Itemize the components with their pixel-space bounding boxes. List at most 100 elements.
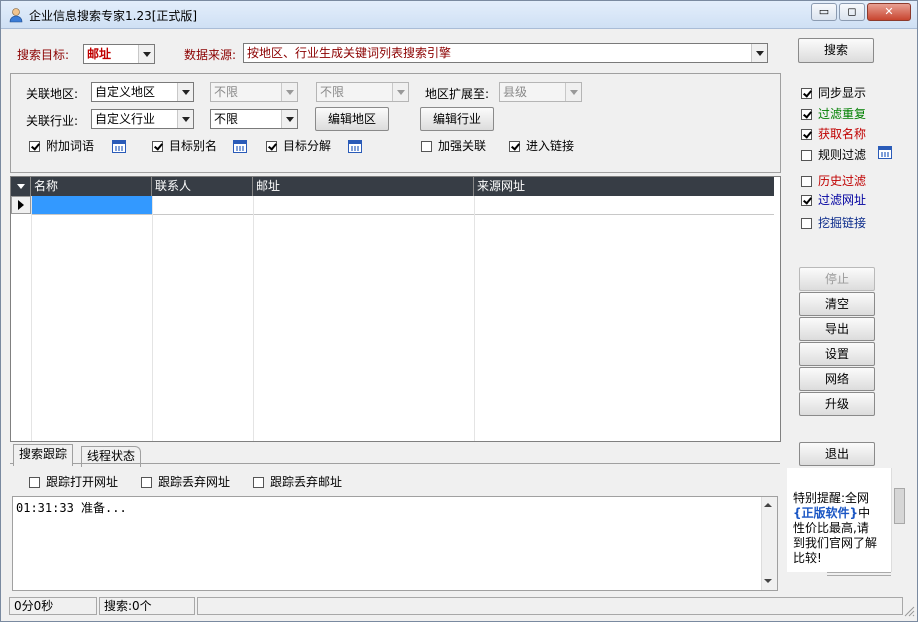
- log-textarea[interactable]: 01:31:33 准备...: [12, 496, 778, 591]
- log-line: 01:31:33 准备...: [16, 501, 127, 515]
- exit-button[interactable]: 退出: [799, 442, 875, 466]
- region-select[interactable]: 自定义地区: [91, 82, 194, 102]
- checkbox-unchecked-icon: [421, 141, 432, 152]
- industry-select[interactable]: 自定义行业: [91, 109, 194, 129]
- close-button[interactable]: ✕: [867, 3, 911, 21]
- column-header-name[interactable]: 名称: [31, 177, 152, 196]
- chevron-down-icon: [281, 83, 297, 101]
- data-source-select[interactable]: 按地区、行业生成关键词列表搜索引擎: [243, 43, 768, 63]
- data-source-label: 数据来源:: [184, 48, 237, 62]
- opt-enter-link-checkbox[interactable]: 进入链接: [509, 139, 574, 155]
- filter-url-label: 过滤网址: [818, 193, 867, 207]
- get-name-label: 获取名称: [818, 127, 867, 141]
- rule-filter-checkbox[interactable]: 规则过滤: [801, 148, 866, 164]
- sync-display-checkbox[interactable]: 同步显示: [801, 86, 866, 102]
- column-header-source-url[interactable]: 来源网址: [474, 177, 774, 196]
- filter-dup-checkbox[interactable]: 过滤重复: [801, 107, 866, 123]
- checkbox-checked-icon: [509, 141, 520, 152]
- trace-drop-url-checkbox[interactable]: 跟踪丢弃网址: [141, 475, 230, 491]
- export-button[interactable]: 导出: [799, 317, 875, 341]
- notice-panel: 特别提醒:全网 {正版软件}中 性价比最高,请 到我们官网了解 比较!: [787, 468, 891, 572]
- opt-alias-label: 目标别名: [169, 139, 218, 153]
- search-target-select[interactable]: 邮址: [83, 44, 155, 64]
- selected-cell[interactable]: [31, 196, 152, 214]
- sort-down-icon: [17, 184, 25, 189]
- clear-button[interactable]: 清空: [799, 292, 875, 316]
- tab-search-trace[interactable]: 搜索跟踪: [13, 444, 74, 466]
- opt-extra-words-checkbox[interactable]: 附加词语: [29, 139, 94, 155]
- settings-button[interactable]: 设置: [799, 342, 875, 366]
- checkbox-unchecked-icon: [801, 176, 812, 187]
- region-value: 自定义地区: [95, 85, 156, 99]
- checkbox-checked-icon: [801, 129, 812, 140]
- trace-open-url-label: 跟踪打开网址: [46, 475, 119, 489]
- results-grid[interactable]: 名称 联系人 邮址 来源网址: [10, 176, 781, 442]
- checkbox-unchecked-icon: [801, 218, 812, 229]
- search-button[interactable]: 搜索: [798, 38, 874, 63]
- edit-industry-button[interactable]: 编辑行业: [420, 107, 494, 131]
- edit-region-button[interactable]: 编辑地区: [315, 107, 389, 131]
- industry-value: 自定义行业: [95, 112, 156, 126]
- chevron-down-icon: [281, 110, 297, 128]
- stop-button[interactable]: 停止: [799, 267, 875, 291]
- notice-line3: 性价比最高,请: [793, 521, 869, 535]
- scroll-thumb[interactable]: [894, 488, 905, 524]
- checkbox-unchecked-icon: [141, 477, 152, 488]
- minimize-button[interactable]: ▭: [811, 3, 837, 21]
- history-filter-checkbox[interactable]: 历史过滤: [801, 174, 866, 190]
- chevron-down-icon: [138, 45, 154, 63]
- status-elapsed-time: 0分0秒: [9, 597, 97, 615]
- scroll-up-icon[interactable]: [764, 503, 772, 507]
- notice-hscroll[interactable]: [827, 572, 891, 576]
- tab-thread-status[interactable]: 线程状态: [81, 446, 142, 467]
- log-scrollbar[interactable]: [761, 497, 777, 590]
- grid-header-corner[interactable]: [11, 177, 31, 196]
- calendar-icon[interactable]: [348, 140, 362, 153]
- opt-split-checkbox[interactable]: 目标分解: [266, 139, 331, 155]
- filter-url-checkbox[interactable]: 过滤网址: [801, 193, 866, 209]
- col-divider: [152, 196, 153, 441]
- chevron-down-icon: [177, 83, 193, 101]
- dig-links-checkbox[interactable]: 挖掘链接: [801, 216, 866, 232]
- checkbox-checked-icon: [801, 109, 812, 120]
- industry-label: 关联行业:: [26, 114, 79, 128]
- chevron-down-icon: [565, 83, 581, 101]
- column-header-email[interactable]: 邮址: [253, 177, 474, 196]
- title-bar[interactable]: 企业信息搜索专家1.23[正式版] ▭ ◻ ✕: [1, 1, 917, 29]
- checkbox-unchecked-icon: [253, 477, 264, 488]
- checkbox-checked-icon: [801, 195, 812, 206]
- region-sub1-value: 不限: [214, 85, 239, 99]
- network-button[interactable]: 网络: [799, 367, 875, 391]
- col-divider: [474, 196, 475, 441]
- region-sub2-value: 不限: [320, 85, 345, 99]
- status-search-count: 搜索:0个: [99, 597, 195, 615]
- notice-scrollbar[interactable]: [891, 468, 907, 572]
- industry-sub-select[interactable]: 不限: [210, 109, 298, 129]
- region-sub1-select[interactable]: 不限: [210, 82, 298, 102]
- opt-enter-link-label: 进入链接: [526, 139, 575, 153]
- filter-dup-label: 过滤重复: [818, 107, 867, 121]
- opt-strengthen-checkbox[interactable]: 加强关联: [421, 139, 486, 155]
- row-indicator-icon[interactable]: [11, 196, 31, 214]
- column-header-contact[interactable]: 联系人: [152, 177, 253, 196]
- upgrade-button[interactable]: 升级: [799, 392, 875, 416]
- checkbox-checked-icon: [152, 141, 163, 152]
- notice-line2: 中: [858, 506, 871, 520]
- trace-drop-mail-checkbox[interactable]: 跟踪丢弃邮址: [253, 475, 342, 491]
- col-divider: [253, 196, 254, 441]
- notice-line1: 特别提醒:全网: [793, 491, 870, 505]
- history-filter-label: 历史过滤: [818, 174, 867, 188]
- region-sub2-select[interactable]: 不限: [316, 82, 409, 102]
- row-divider: [31, 214, 774, 215]
- resize-grip-icon[interactable]: [903, 605, 915, 617]
- calendar-icon[interactable]: [233, 140, 247, 153]
- calendar-icon[interactable]: [878, 146, 892, 159]
- scroll-down-icon[interactable]: [764, 579, 772, 583]
- maximize-button[interactable]: ◻: [839, 3, 865, 21]
- calendar-icon[interactable]: [112, 140, 126, 153]
- get-name-checkbox[interactable]: 获取名称: [801, 127, 866, 143]
- opt-alias-checkbox[interactable]: 目标别名: [152, 139, 217, 155]
- trace-drop-url-label: 跟踪丢弃网址: [158, 475, 231, 489]
- expand-select[interactable]: 县级: [499, 82, 582, 102]
- trace-open-url-checkbox[interactable]: 跟踪打开网址: [29, 475, 118, 491]
